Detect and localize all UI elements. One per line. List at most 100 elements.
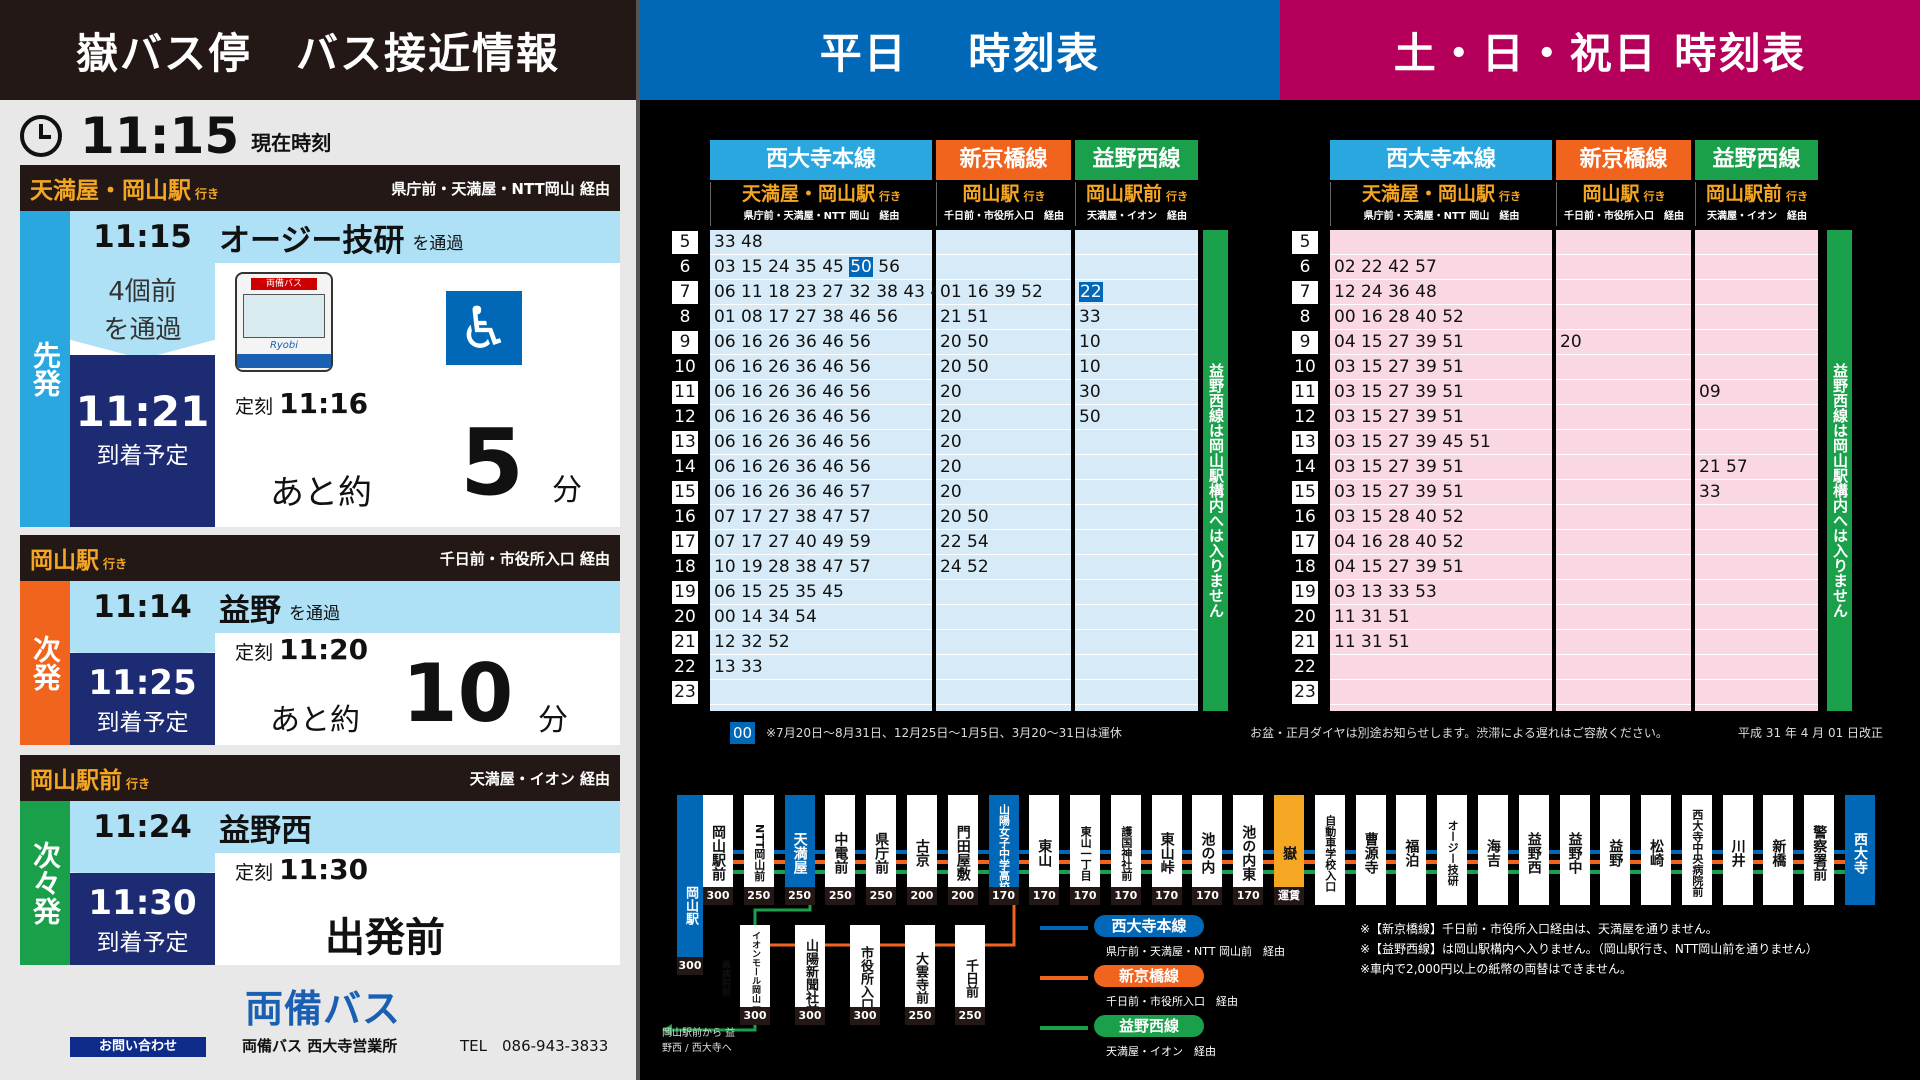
time-cell xyxy=(936,255,1071,280)
stop-name: 古京 xyxy=(913,839,930,867)
time-cell: 00 14 34 54 xyxy=(710,605,932,630)
stop-name: 東山 xyxy=(1036,839,1053,867)
time-cell xyxy=(1695,230,1818,255)
time-cell xyxy=(1556,530,1691,555)
time-cell xyxy=(1075,480,1198,505)
stop-name: 山陽新聞社前 xyxy=(803,939,818,1017)
hour-label: 21 xyxy=(672,631,698,654)
hour-label: 23 xyxy=(672,681,698,704)
destination-name: 岡山駅 xyxy=(30,548,99,574)
stop-fare: 250 xyxy=(905,1007,935,1025)
stops-ago-count: 4個前 xyxy=(108,277,177,307)
stop-fare: 300 xyxy=(740,1007,770,1025)
stop-name: 益野 xyxy=(1607,839,1624,867)
line-header-saidaiji: 西大寺本線 xyxy=(1330,140,1552,180)
arrival-label: 到着予定 xyxy=(96,710,189,736)
stop-fare: 170 xyxy=(1192,887,1223,905)
stop-name: 自動車学校入口 xyxy=(1323,814,1337,892)
stop-name: 県庁前 xyxy=(873,832,890,874)
time-cell: 12 32 52 xyxy=(710,630,932,655)
time-cell: 22 54 xyxy=(936,530,1071,555)
destination-via: 県庁前・天満屋・NTT 岡山 経由 xyxy=(743,211,900,222)
time-column-shinkyo: 20 xyxy=(1556,230,1691,711)
time-cell xyxy=(1556,305,1691,330)
scheduled-label: 定刻 xyxy=(235,642,274,664)
time-cell xyxy=(1075,430,1198,455)
arrival-label: 到着予定 xyxy=(96,443,189,469)
holiday-note: お盆・正月ダイヤは別途お知らせします。渋滞による遅れはご容赦ください。 xyxy=(1250,726,1668,740)
time-cell: 10 19 28 38 47 57 xyxy=(710,555,932,580)
bus-icon: 両備バス Ryobi xyxy=(235,272,333,372)
card-destination-bar: 天満屋・岡山駅 行き 県庁前・天満屋・NTT岡山 経由 xyxy=(20,165,620,211)
stop-fare: 250 xyxy=(866,887,897,905)
passing-time: 11:15 xyxy=(93,219,192,255)
time-cell: 20 xyxy=(936,480,1071,505)
legend-line xyxy=(1040,926,1088,930)
passing-stop: 益野西 xyxy=(219,812,312,849)
hour-label: 15 xyxy=(1292,481,1318,504)
legend-via: 千日前・市役所入口 経由 xyxy=(1106,995,1238,1008)
scheduled-time: 定刻 11:30 xyxy=(235,853,368,886)
passing-time: 11:14 xyxy=(93,589,192,625)
time-cell xyxy=(1075,680,1198,705)
company-logo: 両備バス xyxy=(245,987,402,1031)
stop-name: 中電前 xyxy=(832,832,849,874)
time-cell: 20 xyxy=(936,455,1071,480)
stop-fare: 250 xyxy=(955,1007,985,1025)
suspension-note: ※7月20日～8月31日、12月25日～1月5日、3月20～31日は運休 xyxy=(766,726,1122,740)
time-cell xyxy=(1695,580,1818,605)
line-header-saidaiji: 西大寺本線 xyxy=(710,140,932,180)
contact-badge: お問い合わせ xyxy=(70,1037,206,1057)
stop-fare: 250 xyxy=(825,887,856,905)
stop-name: 東山峠 xyxy=(1158,832,1175,874)
time-cell xyxy=(1695,330,1818,355)
stop-fare: 運賃 xyxy=(1274,887,1304,905)
hour-label: 22 xyxy=(674,657,696,677)
stop-name: 川井 xyxy=(1729,839,1746,867)
time-cell xyxy=(1075,455,1198,480)
hour-label: 14 xyxy=(1294,457,1316,477)
time-cell xyxy=(1075,655,1198,680)
stop-name: 警察署前 xyxy=(1811,825,1828,881)
time-cell: 06 16 26 36 46 56 xyxy=(710,455,932,480)
hour-label: 15 xyxy=(672,481,698,504)
time-cell xyxy=(710,680,932,705)
route-stop: 松崎 xyxy=(1641,795,1672,905)
hour-label: 14 xyxy=(674,457,696,477)
stop-name: 嶽 xyxy=(1281,846,1297,860)
route-stop: 古京 200 xyxy=(906,795,937,905)
destination-header-saidaiji: 天満屋・岡山駅 行き 県庁前・天満屋・NTT 岡山 経由 xyxy=(710,182,932,226)
time-cell xyxy=(1695,630,1818,655)
stop-fare: 170 xyxy=(988,887,1019,905)
time-cell xyxy=(1556,405,1691,430)
time-cell xyxy=(1556,255,1691,280)
stop-name: 松崎 xyxy=(1648,839,1665,867)
route-stop: 新橋 xyxy=(1763,795,1794,905)
time-cell: 06 16 26 36 46 57 xyxy=(710,480,932,505)
stop-name: 福泊 xyxy=(1403,839,1420,867)
route-stop: 東山一丁目 170 xyxy=(1070,795,1101,905)
line-header-shinkyo: 新京橋線 xyxy=(936,140,1071,180)
destination-via: 県庁前・天満屋・NTT 岡山 経由 xyxy=(1363,211,1520,222)
time-cell: 20 50 xyxy=(936,330,1071,355)
current-time: 11:15 xyxy=(80,107,240,165)
time-cell xyxy=(1695,505,1818,530)
hour-label: 19 xyxy=(1292,581,1318,604)
time-cell xyxy=(1556,605,1691,630)
time-cell xyxy=(1330,230,1552,255)
hour-label: 8 xyxy=(1299,307,1311,327)
passing-row: 11:15 オージー技研 を通過 xyxy=(70,211,620,263)
time-cell: 11 31 51 xyxy=(1330,630,1552,655)
time-cell xyxy=(1075,555,1198,580)
timetable-weekend: 西大寺本線 天満屋・岡山駅 行き 県庁前・天満屋・NTT 岡山 経由 02 22 42 … xyxy=(1285,140,1905,740)
legend-via: 県庁前・天満屋・NTT 岡山前 経由 xyxy=(1106,945,1285,958)
time-cell xyxy=(1556,505,1691,530)
time-cell xyxy=(936,230,1071,255)
time-cell xyxy=(1695,405,1818,430)
destination-header-shinkyo: 岡山駅 行き 千日前・市役所入口 経由 xyxy=(936,182,1071,226)
stop-fare: 170 xyxy=(1029,887,1060,905)
order-label: 先発 xyxy=(20,211,70,527)
card-destination-bar: 岡山駅 行き 千日前・市役所入口 経由 xyxy=(20,535,620,581)
time-cell xyxy=(1075,230,1198,255)
stop-name: 千日前 xyxy=(963,958,978,998)
